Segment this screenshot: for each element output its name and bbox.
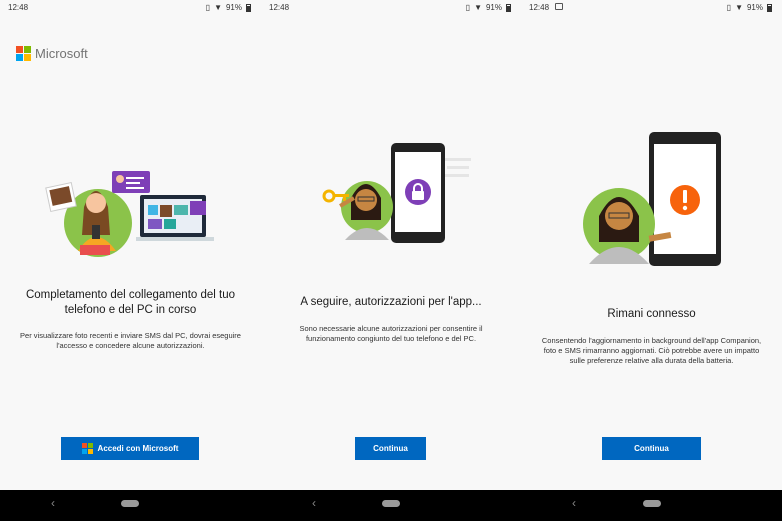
exclamation-icon — [682, 190, 688, 211]
vibrate-icon: ▯ — [726, 2, 732, 12]
battery-icon — [246, 3, 251, 12]
battery-percent: 91% — [225, 3, 242, 12]
person-face — [86, 193, 106, 213]
screen-sign-in: 12:48 ▯ ▼ 91% Microsoft Completamento de… — [0, 0, 261, 490]
wifi-icon: ▼ — [474, 2, 482, 12]
screen-permissions: 12:48 ▯ ▼ 91% A seguire, autorizzazioni … — [261, 0, 521, 490]
status-bar: 12:48 ▯ ▼ 91% — [0, 0, 261, 16]
home-pill-icon[interactable] — [121, 500, 139, 507]
button-label: Continua — [373, 444, 408, 453]
status-time: 12:48 — [529, 3, 550, 12]
home-pill-icon[interactable] — [643, 500, 661, 507]
description: Sono necessarie alcune autorizzazioni pe… — [299, 324, 483, 343]
image-notification-icon — [555, 3, 563, 10]
microsoft-logo-icon — [16, 46, 31, 61]
page-title: Completamento del collegamento del tuo t… — [25, 289, 236, 316]
battery-percent: 91% — [485, 3, 502, 12]
page-title: A seguire, autorizzazioni per l'app... — [300, 296, 482, 308]
button-label: Continua — [634, 444, 669, 453]
battery-icon — [506, 3, 511, 12]
vibrate-icon: ▯ — [465, 2, 471, 12]
description: Consentendo l'aggiornamento in backgroun… — [541, 336, 762, 365]
back-icon[interactable]: ‹ — [51, 496, 55, 510]
home-pill-icon[interactable] — [382, 500, 400, 507]
held-phone — [92, 225, 100, 239]
wifi-icon: ▼ — [735, 2, 743, 12]
key-icon — [322, 189, 349, 203]
description: Per visualizzare foto recenti e inviare … — [20, 331, 241, 350]
battery-percent: 91% — [746, 3, 763, 12]
status-bar: 12:48 ▯ ▼ 91% — [521, 0, 782, 16]
wifi-icon: ▼ — [214, 2, 222, 12]
continue-button[interactable]: Continua — [355, 437, 426, 460]
status-bar: 12:48 ▯ ▼ 91% — [261, 0, 521, 16]
status-time: 12:48 — [269, 3, 290, 12]
illustration-phone-pc-link — [45, 171, 214, 257]
vibrate-icon: ▯ — [205, 2, 211, 12]
illustration-stay-connected — [583, 132, 721, 266]
back-icon[interactable]: ‹ — [572, 496, 576, 510]
screen-stay-connected: 12:48 ▯ ▼ 91% Rimani connesso Consentend… — [521, 0, 782, 490]
illustration-permissions — [322, 143, 471, 243]
logo-wordmark: Microsoft — [35, 46, 88, 61]
status-time: 12:48 — [8, 3, 29, 12]
microsoft-logo-icon — [81, 443, 93, 454]
back-icon[interactable]: ‹ — [312, 496, 316, 510]
microsoft-logo: Microsoft — [16, 46, 88, 61]
page-title: Rimani connesso — [607, 308, 696, 320]
onboarding-screens: 12:48 ▯ ▼ 91% Microsoft Completamento de… — [0, 0, 782, 521]
sign-in-microsoft-button[interactable]: Accedi con Microsoft — [61, 437, 199, 460]
battery-icon — [767, 3, 772, 12]
continue-button[interactable]: Continua — [602, 437, 701, 460]
button-label: Accedi con Microsoft — [97, 444, 179, 453]
